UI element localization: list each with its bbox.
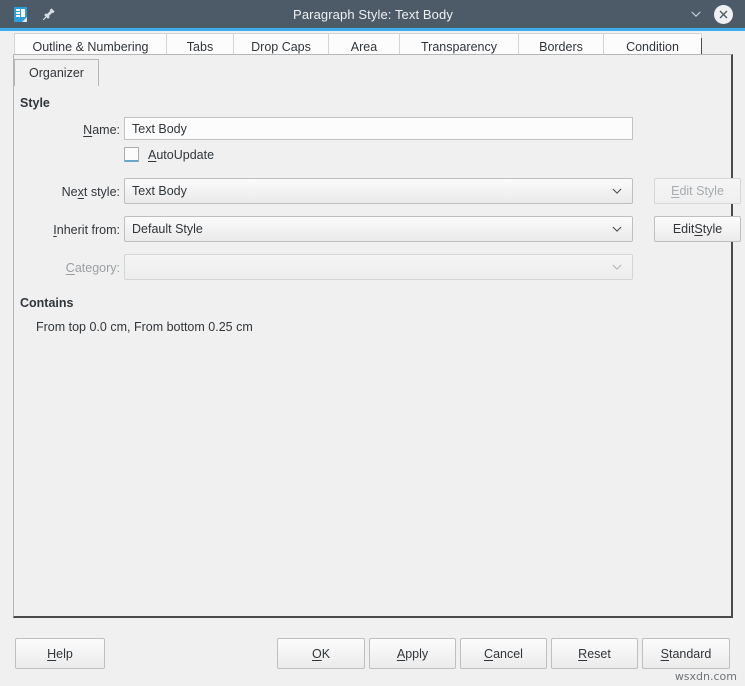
cancel-button[interactable]: Cancel (460, 638, 547, 669)
autoupdate-checkbox-row[interactable]: AutoUpdate (124, 147, 214, 162)
reset-button[interactable]: Reset (551, 638, 638, 669)
ok-button[interactable]: OK (277, 638, 365, 669)
style-section-heading: Style (20, 96, 50, 110)
edit-style-inherit-button[interactable]: Edit Style (654, 216, 741, 242)
close-icon[interactable] (714, 4, 733, 24)
standard-button[interactable]: Standard (642, 638, 730, 669)
next-style-label: Next style: (61, 185, 120, 199)
watermark: wsxdn.com (674, 670, 737, 683)
window-title: Paragraph Style: Text Body (293, 6, 453, 22)
pin-icon[interactable] (40, 5, 58, 23)
next-style-combobox[interactable]: Text Body (124, 178, 633, 204)
tab-organizer[interactable]: Organizer (14, 59, 99, 86)
chevron-down-icon (611, 261, 623, 273)
autoupdate-label: AutoUpdate (148, 147, 215, 162)
contains-description: From top 0.0 cm, From bottom 0.25 cm (36, 320, 253, 334)
next-style-value: Text Body (132, 184, 187, 198)
category-combobox (124, 254, 633, 280)
inherit-from-combobox[interactable]: Default Style (124, 216, 633, 242)
contains-section-heading: Contains (20, 296, 74, 310)
autoupdate-checkbox[interactable] (124, 147, 139, 162)
name-input[interactable]: Text Body (124, 117, 633, 140)
chevron-down-icon (611, 185, 623, 197)
title-bar[interactable]: Paragraph Style: Text Body (0, 0, 745, 28)
name-label: Name: (83, 123, 120, 137)
category-label: Category: (65, 261, 120, 275)
organizer-panel: Style Name: Text Body AutoUpdate Next st… (13, 54, 741, 618)
inherit-from-label: Inherit from: (53, 223, 120, 237)
apply-button[interactable]: Apply (369, 638, 456, 669)
inherit-from-value: Default Style (132, 222, 203, 236)
edit-style-next-button[interactable]: Edit Style (654, 178, 741, 204)
chevron-down-icon (611, 223, 623, 235)
document-style-icon (13, 6, 30, 23)
help-button[interactable]: Help (15, 638, 105, 669)
chevron-down-icon[interactable] (688, 6, 704, 22)
